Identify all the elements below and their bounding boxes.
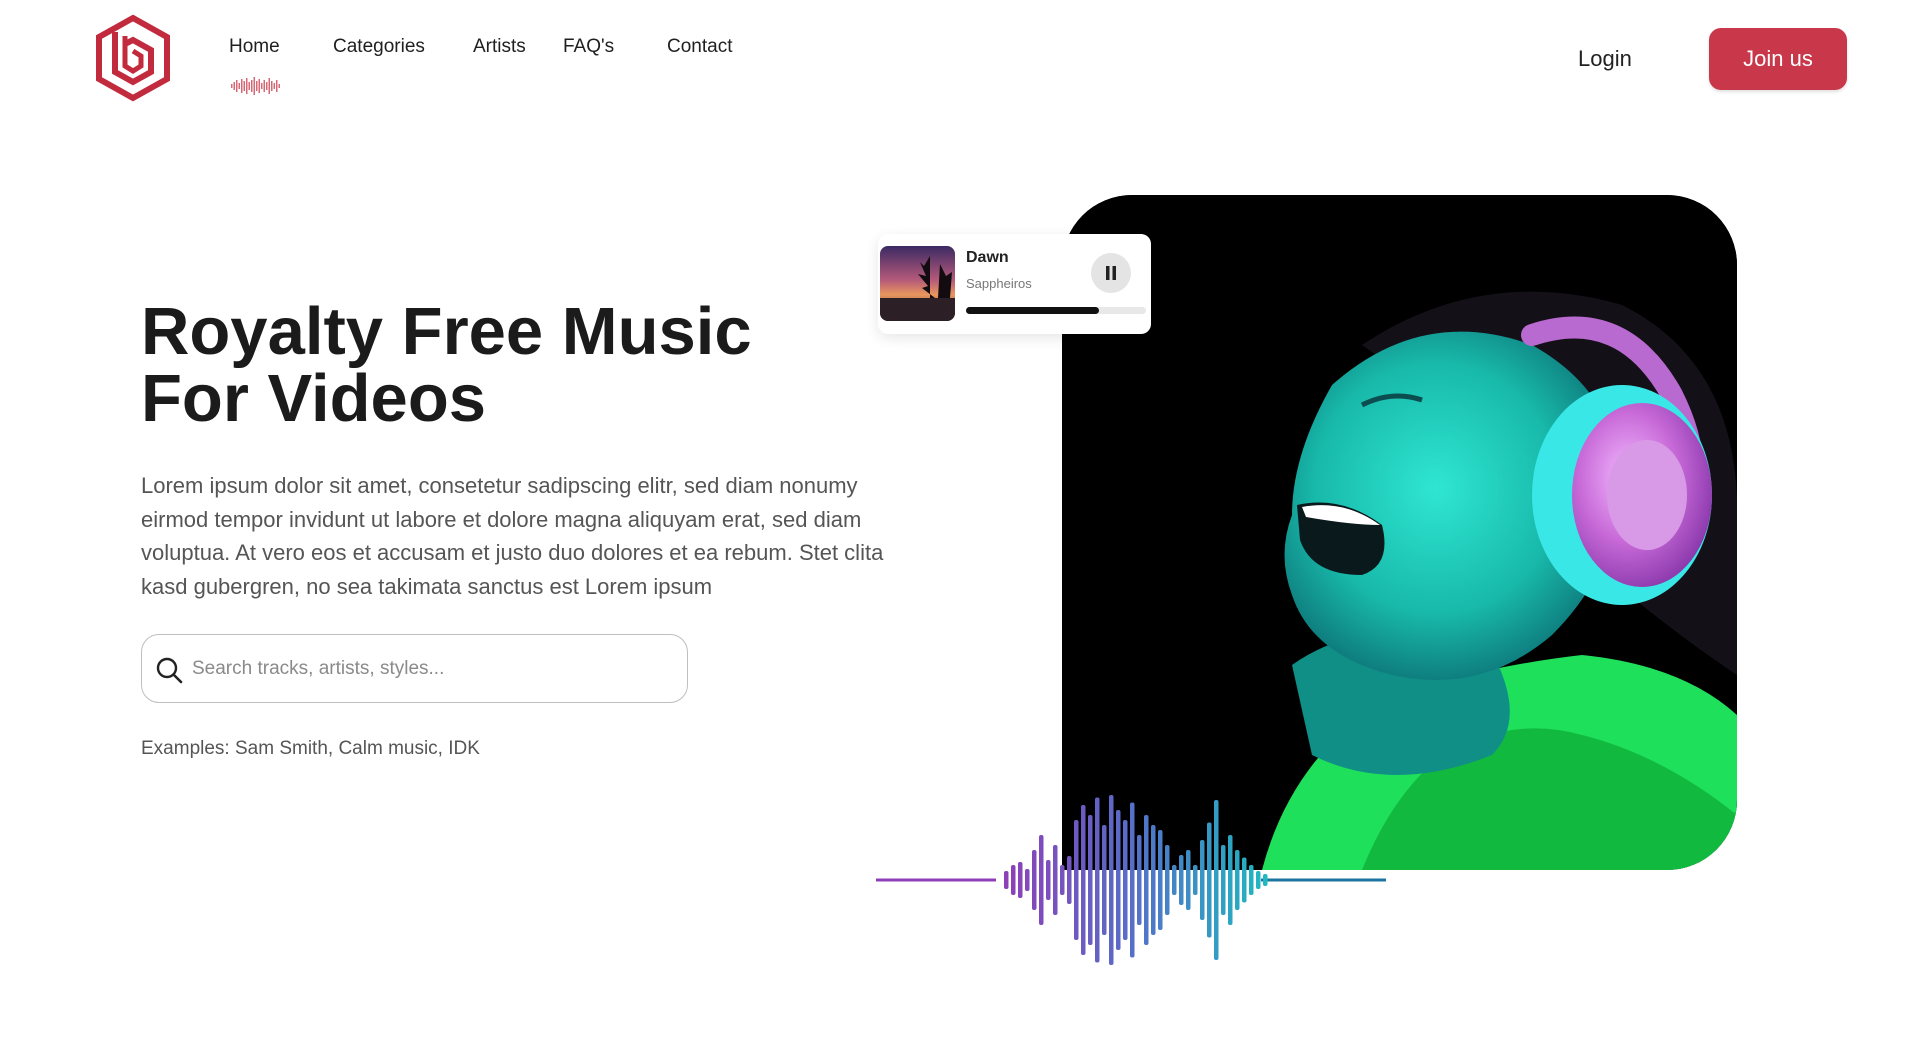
search-examples: Examples: Sam Smith, Calm music, IDK: [141, 738, 480, 759]
waveform-bar: [1186, 850, 1191, 910]
mini-player: Dawn Sappheiros: [878, 234, 1151, 334]
waveform-bar: [1242, 857, 1247, 903]
hero-title: Royalty Free Music For Videos: [141, 298, 841, 432]
nav-home[interactable]: Home: [229, 36, 280, 58]
waveform-bar: [1039, 835, 1044, 925]
waveform-bar: [1102, 825, 1107, 935]
track-title: Dawn: [966, 249, 1009, 266]
progress-bar[interactable]: [966, 307, 1146, 314]
waveform-bar: [1221, 845, 1226, 915]
track-artist: Sappheiros: [966, 276, 1032, 291]
search-icon: [156, 657, 183, 684]
waveform-bar: [1200, 840, 1205, 920]
waveform-bar: [1046, 860, 1051, 900]
audio-waveform: [876, 795, 1386, 965]
nav-artists[interactable]: Artists: [473, 36, 526, 58]
waveform-bar: [1172, 865, 1177, 895]
waveform-bar: [1123, 820, 1128, 940]
active-nav-wave-icon: [231, 77, 280, 95]
waveform-bar: [1130, 802, 1135, 958]
waveform-bar: [1228, 835, 1233, 925]
waveform-bar: [1116, 810, 1121, 950]
waveform-bar: [1011, 865, 1016, 895]
waveform-bar: [1032, 850, 1037, 910]
waveform-bar: [1249, 865, 1254, 895]
waveform-bar: [1095, 797, 1100, 963]
waveform-bar: [1004, 871, 1009, 889]
waveform-bar: [1263, 874, 1268, 886]
login-link[interactable]: Login: [1578, 46, 1632, 72]
waveform-bar: [1179, 855, 1184, 905]
landing-page: Home Categories Artists FAQ's Contact Lo…: [0, 0, 1919, 1064]
join-us-button[interactable]: Join us: [1709, 28, 1847, 90]
waveform-bar: [1193, 865, 1198, 895]
search-box[interactable]: [141, 634, 688, 703]
hero-title-line-1: Royalty Free Music: [141, 294, 752, 369]
pause-icon: [1106, 266, 1116, 280]
nav-categories[interactable]: Categories: [333, 36, 425, 58]
progress-fill: [966, 307, 1100, 314]
hero-image: [1062, 195, 1737, 870]
track-artwork[interactable]: [880, 246, 955, 321]
waveform-bar: [1207, 822, 1212, 938]
waveform-bar: [1018, 862, 1023, 898]
waveform-bar: [1067, 856, 1072, 904]
waveform-bar: [1144, 815, 1149, 945]
waveform-bar: [1081, 805, 1086, 955]
waveform-bar: [1109, 795, 1114, 965]
waveform-bar: [1025, 869, 1030, 891]
search-input[interactable]: [192, 653, 662, 685]
waveform-bar: [1165, 845, 1170, 915]
pause-button[interactable]: [1091, 253, 1131, 293]
brand-logo[interactable]: [93, 14, 173, 102]
waveform-bar: [1137, 835, 1142, 925]
nav-faqs[interactable]: FAQ's: [563, 36, 614, 58]
woman-with-headphones-image: [1062, 195, 1737, 870]
waveform-bar: [1074, 820, 1079, 940]
hero-title-line-2: For Videos: [141, 361, 487, 436]
waveform-bar: [1256, 871, 1261, 889]
waveform-bar: [1235, 850, 1240, 910]
nav-contact[interactable]: Contact: [667, 36, 732, 58]
waveform-bar: [1088, 815, 1093, 945]
waveform-bar: [1060, 865, 1065, 895]
waveform-bar: [1053, 845, 1058, 915]
hero-description: Lorem ipsum dolor sit amet, consetetur s…: [141, 473, 884, 599]
waveform-bar: [1151, 825, 1156, 935]
waveform-bar: [1158, 830, 1163, 930]
waveform-bar: [1214, 800, 1219, 960]
